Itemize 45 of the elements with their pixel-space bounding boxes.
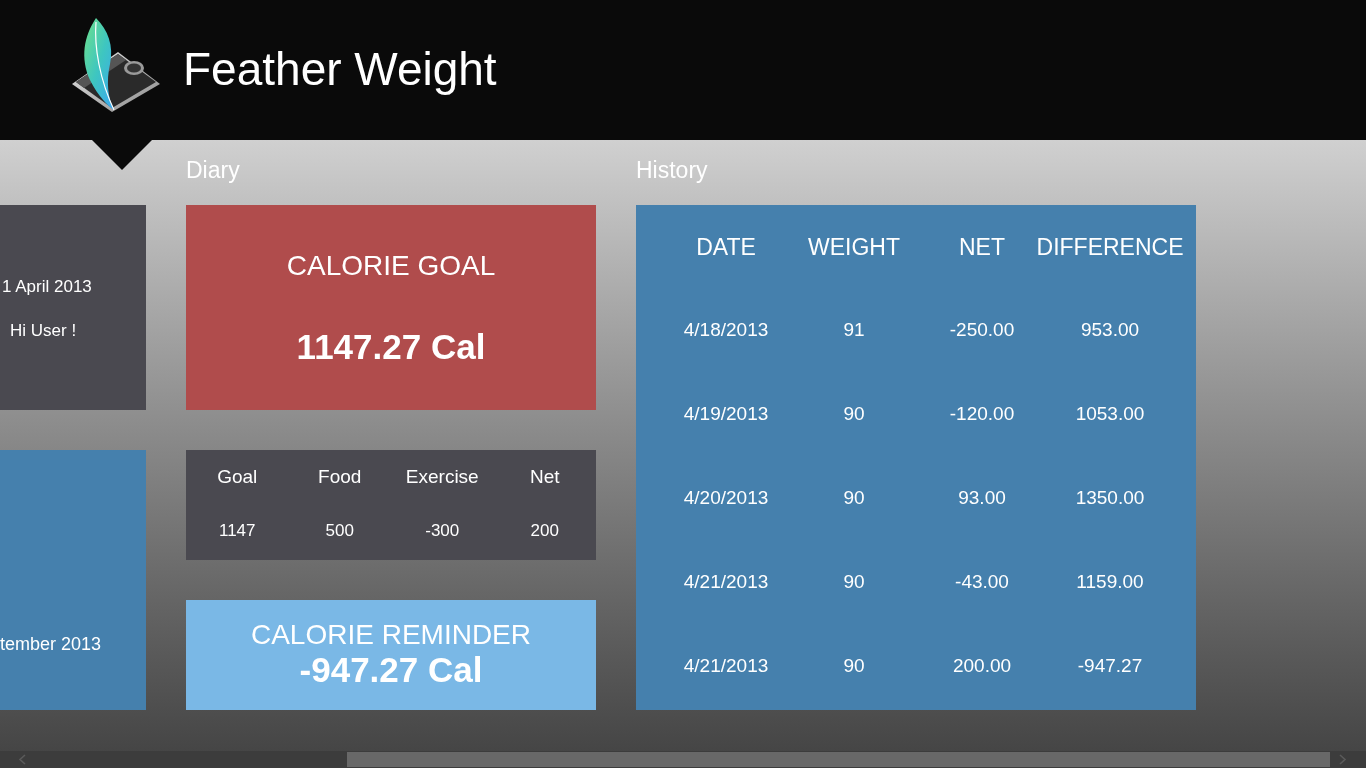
table-cell: 200.00	[952, 654, 1012, 678]
table-cell: 90	[843, 402, 865, 426]
table-cell: -120.00	[949, 402, 1015, 426]
table-cell: 90	[843, 486, 865, 510]
table-cell: 90	[843, 654, 865, 678]
summary-value: -300	[425, 521, 460, 541]
table-cell: 1053.00	[1075, 402, 1145, 426]
table-cell: 4/21/2013	[683, 570, 769, 594]
column-header: DIFFERENCE	[1036, 232, 1184, 261]
column-header: Goal	[217, 466, 258, 488]
summary-value: 1147	[218, 521, 256, 541]
table-cell: 4/18/2013	[683, 318, 769, 342]
date-text: tember 2013	[0, 633, 102, 655]
table-cell: 93.00	[958, 486, 1006, 510]
tile-label: CALORIE REMINDER	[250, 618, 531, 652]
table-cell: 91	[843, 318, 865, 342]
table-cell: -250.00	[949, 318, 1015, 342]
summary-value: 200	[530, 521, 559, 541]
table-cell: 4/20/2013	[683, 486, 769, 510]
chevron-right-icon[interactable]	[1339, 754, 1347, 765]
table-cell: 1350.00	[1075, 486, 1145, 510]
table-cell: 1159.00	[1076, 570, 1144, 594]
table-cell: 90	[843, 570, 865, 594]
column-header: Food	[318, 466, 362, 488]
greeting-text: Hi User !	[10, 320, 77, 342]
section-heading: Diary	[186, 157, 240, 183]
table-cell: 953.00	[1080, 318, 1140, 342]
column-header: Net	[529, 466, 560, 488]
table-cell: -43.00	[955, 570, 1009, 594]
chevron-left-icon[interactable]	[18, 754, 26, 765]
column-header: WEIGHT	[808, 232, 900, 261]
scrollbar-track[interactable]	[0, 751, 1366, 768]
calorie-value: 1147.27 Cal	[296, 327, 486, 367]
date-text: 1 April 2013	[2, 276, 92, 298]
section-heading: History	[636, 157, 708, 183]
summary-value: 500	[325, 521, 354, 541]
column-header: Exercise	[405, 466, 479, 488]
table-cell: 4/21/2013	[683, 654, 769, 678]
scrollbar-thumb[interactable]	[347, 752, 1330, 767]
column-header: DATE	[696, 232, 756, 261]
tile-label: CALORIE GOAL	[286, 249, 496, 283]
table-cell: 4/19/2013	[683, 402, 769, 426]
table-cell: -947.27	[1077, 654, 1143, 678]
column-header: NET	[959, 232, 1005, 261]
calorie-value: -947.27 Cal	[299, 650, 483, 690]
